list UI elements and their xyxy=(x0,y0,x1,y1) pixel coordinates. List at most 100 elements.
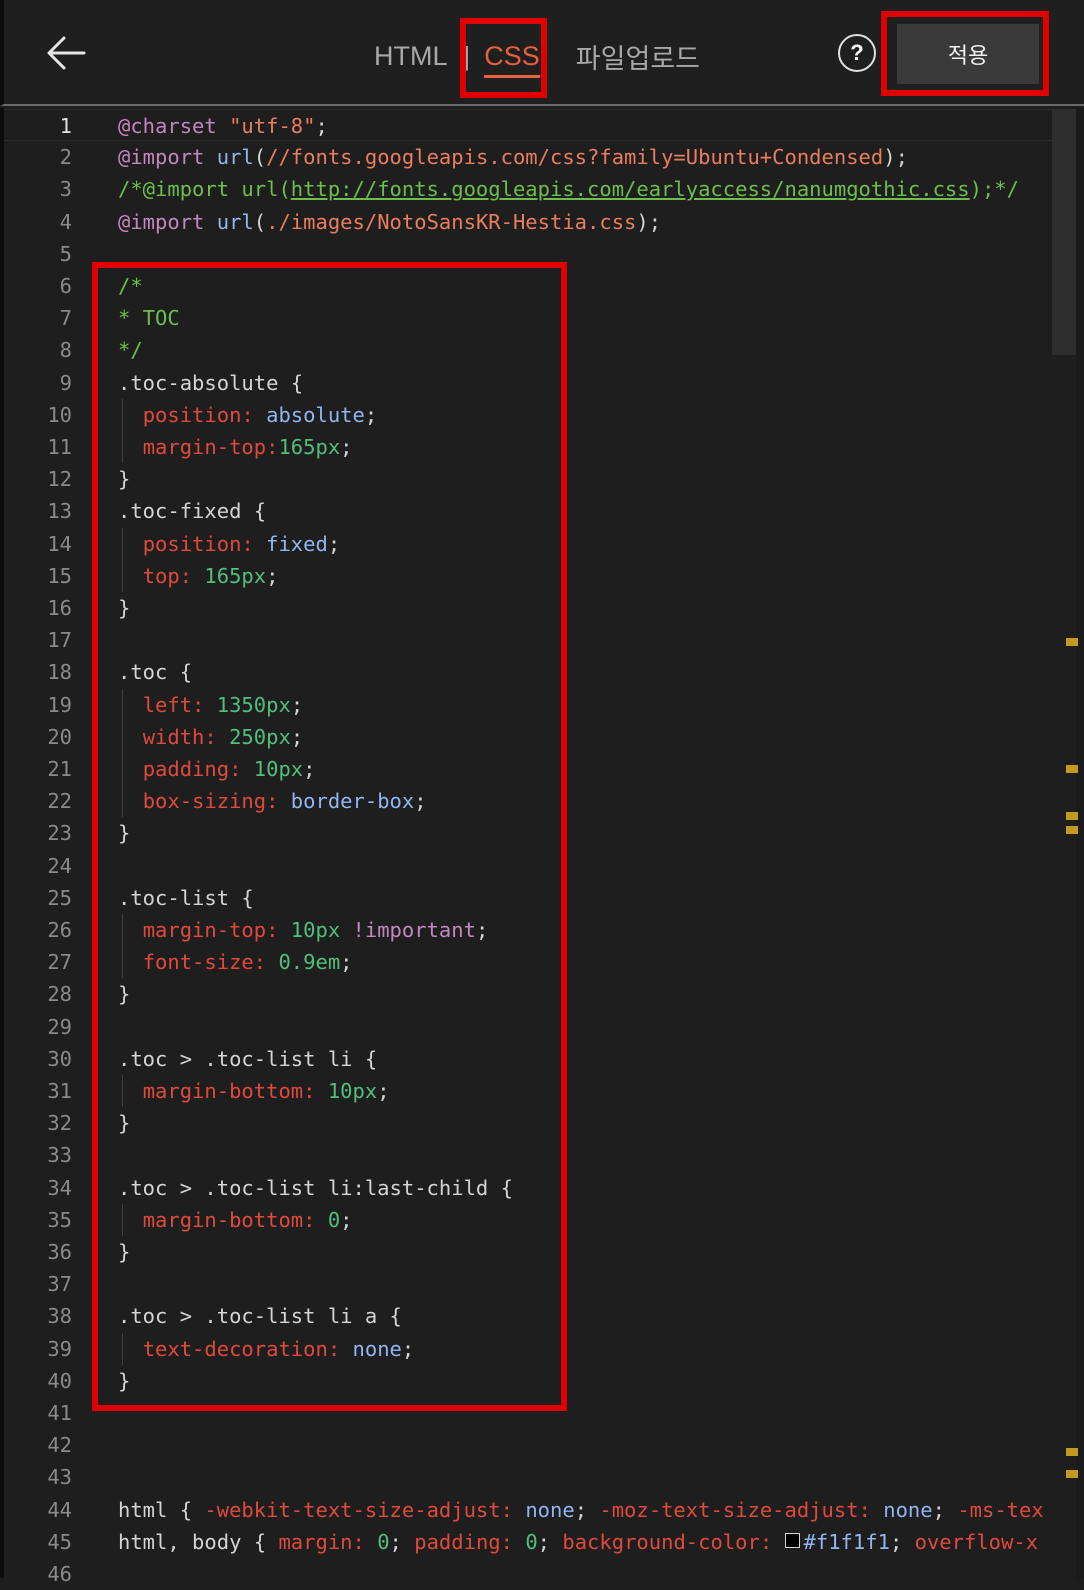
tab-separator: | xyxy=(463,40,471,71)
code-line[interactable]: 41 xyxy=(4,1397,1084,1429)
tab-css[interactable]: CSS xyxy=(484,41,540,78)
line-number: 32 xyxy=(47,1111,72,1136)
code-line[interactable]: 39 text-decoration: none; xyxy=(4,1332,1084,1365)
line-number: 21 xyxy=(47,757,72,781)
line-number: 14 xyxy=(47,531,72,556)
code-line[interactable]: 35 margin-bottom: 0; xyxy=(4,1203,1084,1236)
code-token: -webkit-text-size-adjust: xyxy=(204,1497,513,1522)
code-text: margin-bottom: 0; xyxy=(118,1204,353,1236)
line-number: 19 xyxy=(47,692,72,717)
code-token: margin-top: xyxy=(142,435,279,459)
code-line[interactable]: 13 .toc-fixed { xyxy=(4,495,1084,527)
line-number: 15 xyxy=(47,563,72,588)
code-line[interactable]: 27 font-size: 0.9em; xyxy=(4,946,1084,979)
code-line[interactable]: 32} xyxy=(4,1107,1084,1139)
code-text: text-decoration: none; xyxy=(118,1333,415,1365)
code-line[interactable]: 44 html { -webkit-text-size-adjust: none;… xyxy=(4,1494,1084,1526)
code-line[interactable]: 21 padding: 10px; xyxy=(4,753,1084,785)
code-token: margin-bottom: xyxy=(142,1079,316,1103)
code-line[interactable]: 34 .toc > .toc-list li:last-child { xyxy=(4,1172,1084,1204)
color-swatch-icon[interactable] xyxy=(784,1532,800,1548)
line-number: 37 xyxy=(47,1272,72,1297)
code-text: /* xyxy=(118,270,143,302)
code-text: } xyxy=(118,1365,130,1397)
code-token: ( xyxy=(253,209,267,234)
code-line[interactable]: 45 html, body { margin: 0; padding: 0; ba… xyxy=(4,1526,1084,1558)
code-line[interactable]: 28} xyxy=(4,978,1084,1010)
code-line[interactable]: 31 margin-bottom: 10px; xyxy=(4,1075,1084,1107)
code-token: html, body xyxy=(118,1529,242,1554)
code-line[interactable]: 30 .toc > .toc-list li { xyxy=(4,1043,1084,1075)
code-line[interactable]: 12} xyxy=(4,463,1084,495)
code-line[interactable]: 3 /*@import url(http://fonts.googleapis.c… xyxy=(4,173,1084,205)
code-text: * TOC xyxy=(118,302,180,334)
code-line[interactable]: 18 .toc { xyxy=(4,656,1084,688)
code-line[interactable]: 38 .toc > .toc-list li a { xyxy=(4,1300,1084,1332)
code-line[interactable]: 46 xyxy=(4,1558,1084,1590)
code-line[interactable]: 16} xyxy=(4,592,1084,624)
code-token: width: xyxy=(142,724,217,749)
code-line[interactable]: 25 .toc-list { xyxy=(4,882,1084,914)
line-number: 26 xyxy=(47,918,72,942)
code-line[interactable]: 17 xyxy=(4,624,1084,656)
line-number: 2 xyxy=(59,145,72,170)
line-number: 6 xyxy=(59,274,72,298)
code-line[interactable]: 24 xyxy=(4,850,1084,882)
code-token: ; xyxy=(401,1336,415,1361)
line-number: 11 xyxy=(47,435,72,459)
code-line[interactable]: 37 xyxy=(4,1268,1084,1300)
tab-file-upload[interactable]: 파일업로드 xyxy=(576,37,700,76)
code-line[interactable]: 6 /* xyxy=(4,270,1084,302)
code-line[interactable]: 7 * TOC xyxy=(4,302,1084,334)
code-token: ; xyxy=(340,950,353,975)
code-token: { xyxy=(229,885,254,910)
code-line[interactable]: 5 xyxy=(4,238,1084,270)
code-line[interactable]: 40} xyxy=(4,1365,1084,1397)
code-text: width: 250px; xyxy=(118,721,303,753)
code-token: { xyxy=(167,1497,205,1522)
code-line[interactable]: 22 box-sizing: border-box; xyxy=(4,785,1084,818)
code-line[interactable]: 36} xyxy=(4,1236,1084,1268)
code-line[interactable]: 23} xyxy=(4,817,1084,849)
code-line[interactable]: 15 top: 165px; xyxy=(4,559,1084,592)
apply-button[interactable]: 적용 xyxy=(897,24,1039,84)
code-token: -ms-tex xyxy=(957,1497,1044,1522)
code-line[interactable]: 26 margin-top: 10px !important; xyxy=(4,914,1084,946)
code-line[interactable]: 10 position: absolute; xyxy=(4,398,1084,431)
code-line[interactable]: 20 width: 250px; xyxy=(4,720,1084,753)
code-line[interactable]: 1 @charset "utf-8"; xyxy=(4,109,1084,141)
code-line[interactable]: 42 xyxy=(4,1429,1084,1461)
code-line[interactable]: 14 position: fixed; xyxy=(4,527,1084,560)
code-line[interactable]: 4 @import url(./images/NotoSansKR-Hestia.… xyxy=(4,206,1084,238)
code-token: margin-bottom: xyxy=(142,1207,316,1232)
code-line[interactable]: 33 xyxy=(4,1139,1084,1171)
line-number: 39 xyxy=(47,1336,72,1361)
code-token: } xyxy=(118,821,131,846)
code-line[interactable]: 2 @import url(//fonts.googleapis.com/css?… xyxy=(4,141,1084,173)
code-text: } xyxy=(118,592,130,624)
code-text: position: fixed; xyxy=(118,528,341,560)
code-line[interactable]: 19 left: 1350px; xyxy=(4,688,1084,721)
code-editor[interactable]: 1 @charset "utf-8"; 2 @import url(//fonts.g… xyxy=(0,108,1084,1586)
code-token: ; xyxy=(414,789,427,814)
code-token: 10px xyxy=(290,918,341,942)
line-number: 7 xyxy=(59,306,72,331)
help-button[interactable]: ? xyxy=(838,34,876,72)
code-line[interactable]: 9 .toc-absolute { xyxy=(4,367,1084,399)
vertical-scrollbar-thumb[interactable] xyxy=(1052,110,1076,355)
code-line[interactable]: 29 xyxy=(4,1011,1084,1043)
code-token: url xyxy=(216,145,254,170)
code-line[interactable]: 11 margin-top:165px; xyxy=(4,431,1084,463)
tab-html[interactable]: HTML xyxy=(374,41,448,72)
code-line[interactable]: 43 xyxy=(4,1461,1084,1493)
code-token: position: xyxy=(142,531,254,556)
code-text: font-size: 0.9em; xyxy=(118,946,353,978)
code-text: } xyxy=(118,817,130,849)
back-arrow-icon[interactable] xyxy=(44,30,90,76)
code-token: } xyxy=(118,982,131,1007)
code-line[interactable]: 8 */ xyxy=(4,334,1084,366)
code-token: { xyxy=(377,1304,402,1329)
code-text: .toc { xyxy=(118,656,192,688)
